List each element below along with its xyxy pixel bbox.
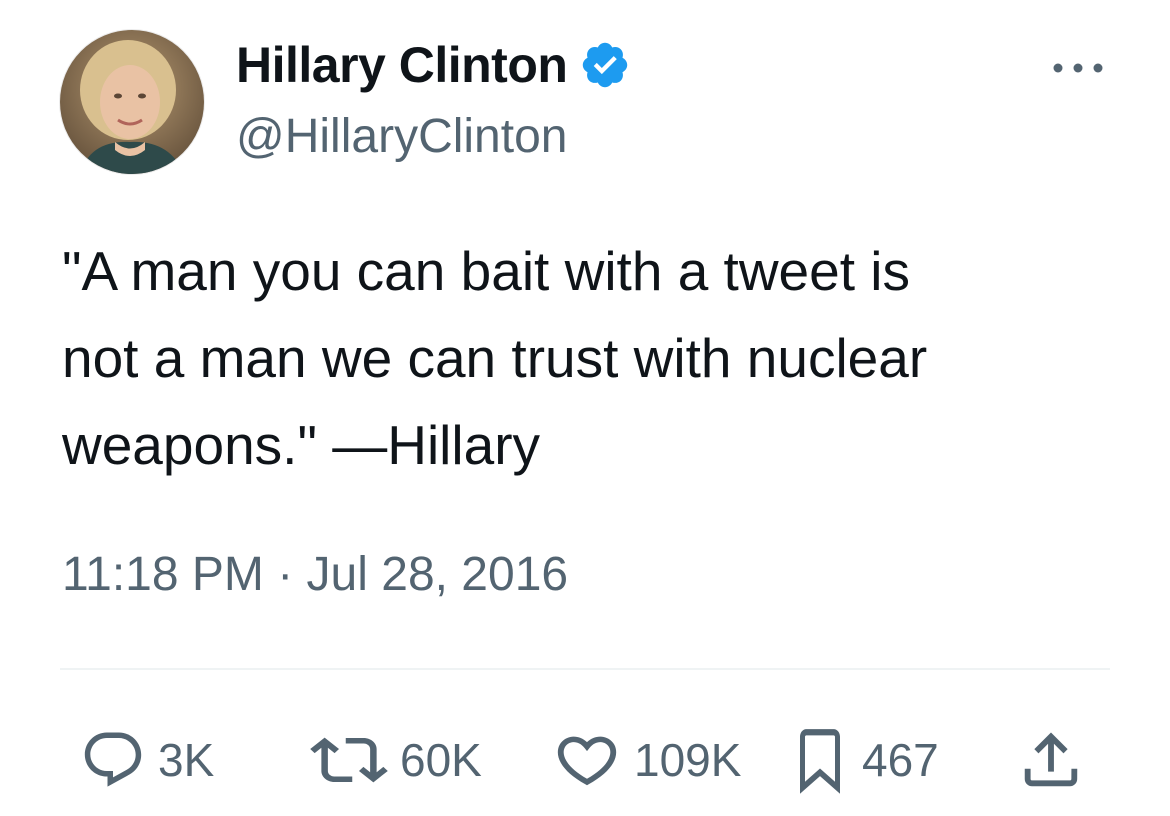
repost-count: 60K <box>400 734 482 786</box>
avatar-photo <box>60 30 204 174</box>
reply-button[interactable]: 3K <box>80 720 214 800</box>
tweet-text: "A man you can bait with a tweet is not … <box>62 240 928 476</box>
reply-icon <box>84 732 142 787</box>
display-name-text: Hillary Clinton <box>236 37 568 93</box>
divider <box>60 668 1110 670</box>
reply-count: 3K <box>158 734 215 786</box>
bookmark-count: 467 <box>862 734 939 786</box>
action-bar: 3K 60K 109K 467 <box>0 720 1170 800</box>
bookmark-icon <box>800 729 840 794</box>
share-button[interactable] <box>1016 720 1086 800</box>
heart-icon <box>557 736 617 786</box>
tweet-timestamp[interactable]: 11:18 PM · Jul 28, 2016 <box>62 545 568 605</box>
like-count: 109K <box>634 734 742 786</box>
share-icon <box>1024 732 1078 787</box>
more-horizontal-icon[interactable] <box>1046 52 1110 84</box>
user-handle[interactable]: @HillaryClinton <box>236 106 567 168</box>
bookmark-button[interactable]: 467 <box>790 720 939 800</box>
display-name[interactable]: Hillary Clinton <box>236 34 631 96</box>
like-button[interactable]: 109K <box>552 720 741 800</box>
avatar[interactable] <box>60 30 204 174</box>
repost-icon <box>310 737 388 783</box>
repost-button[interactable]: 60K <box>310 720 482 800</box>
verified-badge-icon <box>583 42 628 88</box>
